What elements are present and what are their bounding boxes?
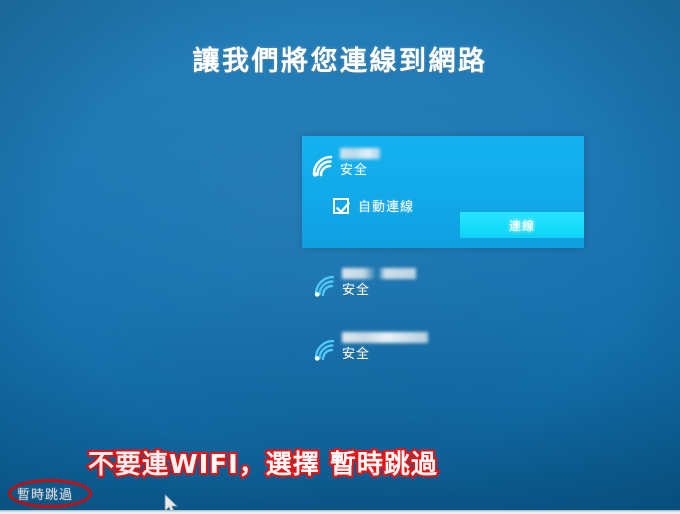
- monitor-bottom-edge: [0, 510, 680, 514]
- wifi-security-label: 安全: [342, 283, 371, 298]
- wifi-ssid-blurred: [340, 148, 380, 159]
- page-title: 讓我們將您連線到網路: [192, 46, 488, 77]
- setup-screen: 讓我們將您連線到網路 安全 自動連線 連線 安全 安全 不要連WIFI，選擇 暫…: [0, 0, 680, 514]
- auto-connect-label: 自動連線: [358, 200, 415, 215]
- auto-connect-checkbox[interactable]: [333, 197, 350, 214]
- wifi-network-item[interactable]: 安全: [302, 266, 584, 312]
- wifi-network-info: 安全: [342, 266, 416, 298]
- wifi-network-list: 安全 自動連線 連線 安全 安全: [302, 136, 584, 376]
- wifi-security-label: 安全: [340, 163, 369, 178]
- wifi-network-item[interactable]: 安全: [302, 330, 584, 376]
- wifi-network-selected[interactable]: 安全 自動連線 連線: [302, 136, 584, 248]
- wifi-network-info: 安全: [340, 146, 380, 178]
- connect-button[interactable]: 連線: [460, 212, 584, 238]
- annotation-note: 不要連WIFI，選擇 暫時跳過: [86, 448, 439, 482]
- wifi-network-info: 安全: [342, 330, 428, 362]
- annotation-circle: [8, 479, 92, 508]
- wifi-icon: [312, 274, 338, 298]
- wifi-icon: [310, 154, 336, 178]
- wifi-network-header[interactable]: 安全: [302, 146, 584, 192]
- wifi-security-label: 安全: [342, 347, 371, 362]
- wifi-ssid-blurred: [342, 332, 428, 343]
- wifi-icon: [312, 338, 338, 362]
- wifi-ssid-blurred: [342, 268, 416, 279]
